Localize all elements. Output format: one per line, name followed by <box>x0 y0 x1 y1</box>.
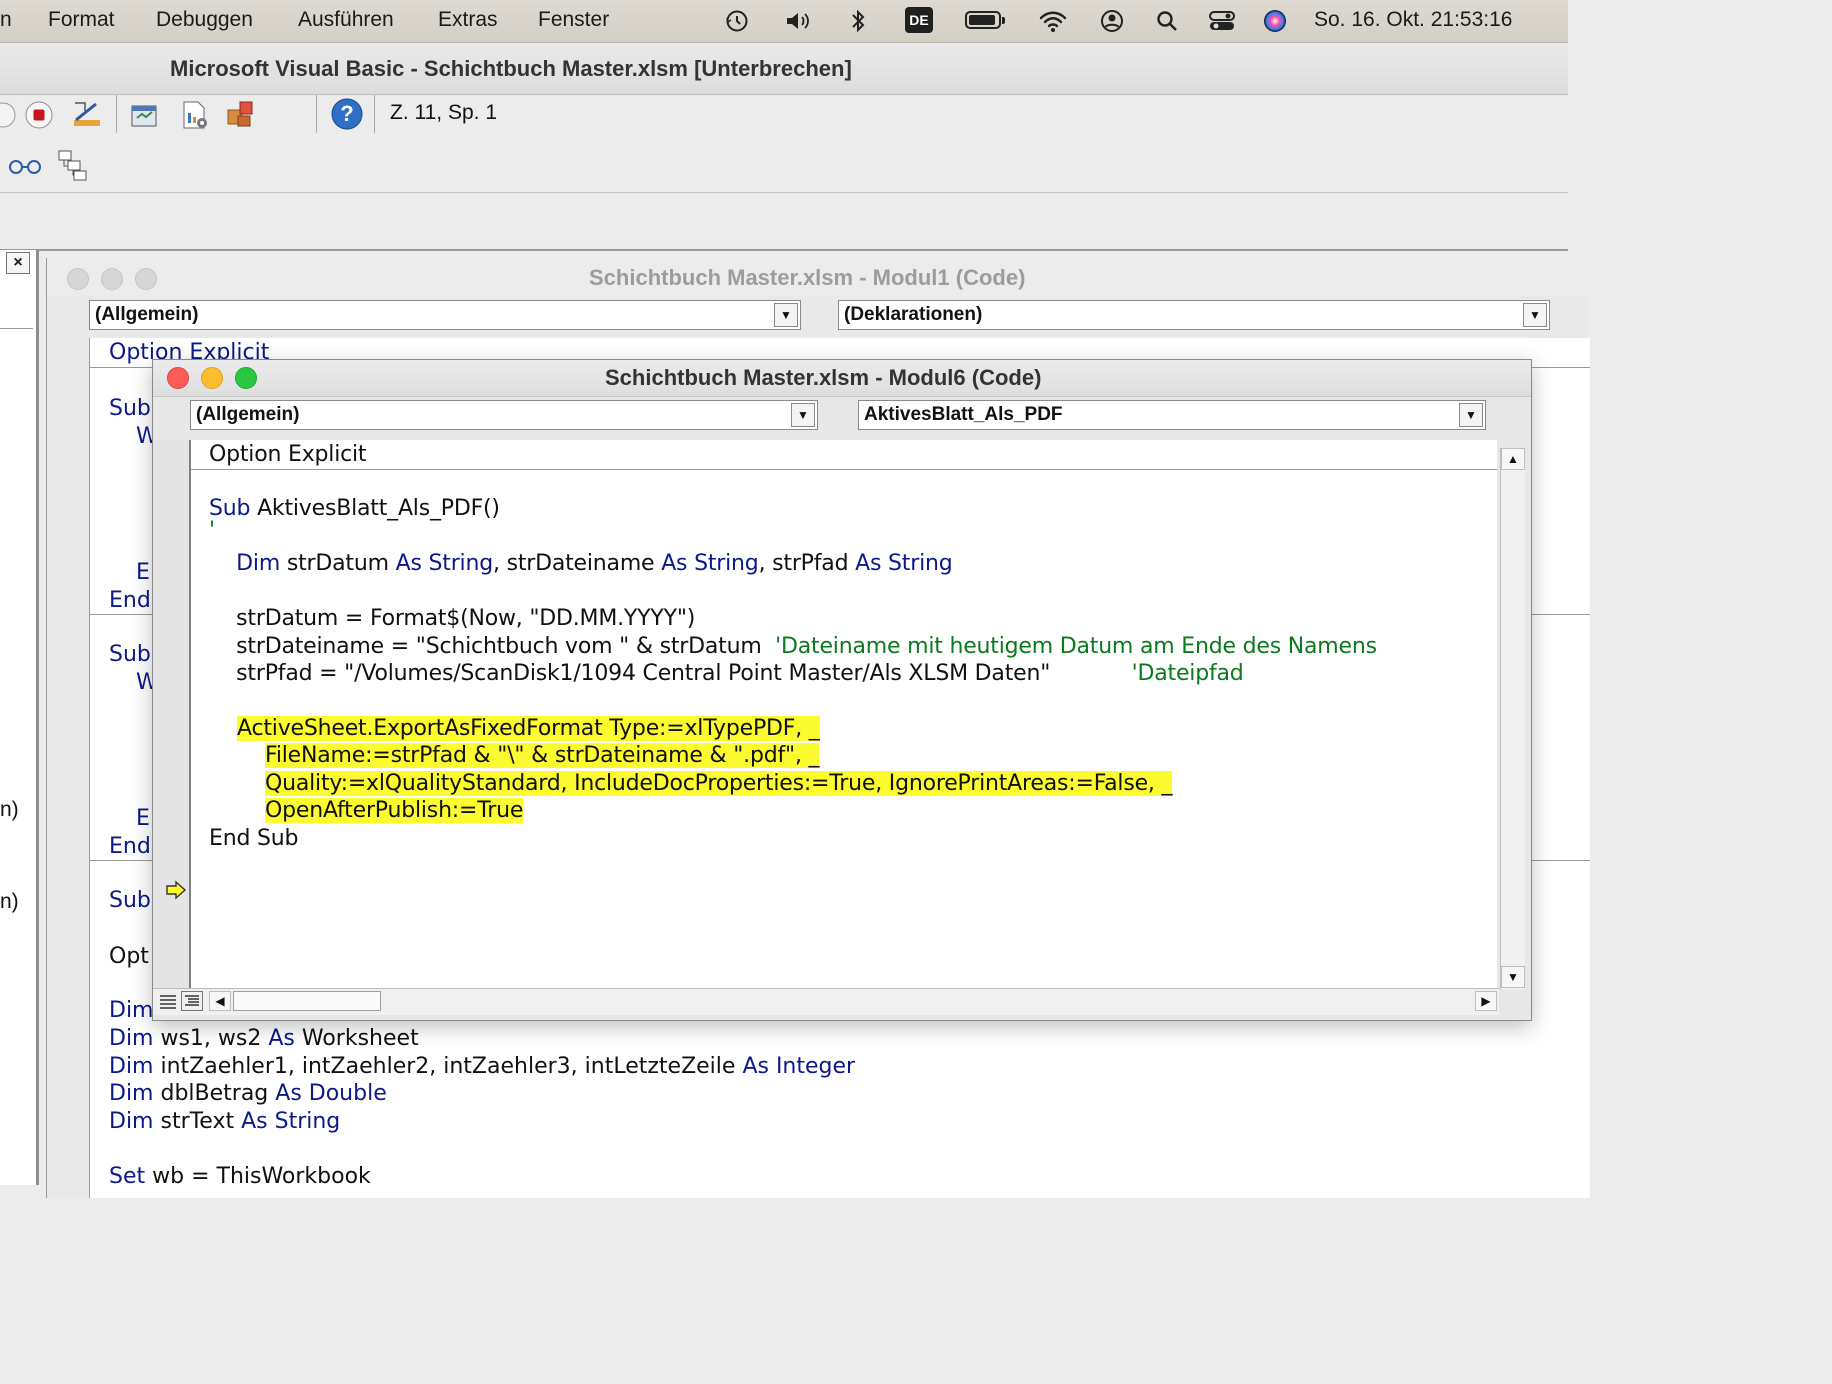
vb-window-title-bar: Microsoft Visual Basic - Schichtbuch Mas… <box>0 44 1568 95</box>
menu-bar-clock[interactable]: So. 16. Okt. 21:53:16 <box>1314 8 1512 32</box>
full-module-view-icon[interactable] <box>181 991 203 1011</box>
code-line: E <box>136 806 150 831</box>
window-zoom-button[interactable] <box>235 367 257 389</box>
toolbar-empty-row <box>0 193 1568 251</box>
menu-extras[interactable]: Extras <box>438 8 498 32</box>
modul6-object-combo[interactable]: (Allgemein) ▼ <box>190 400 818 430</box>
highlighted-code-line: Quality:=xlQualityStandard, IncludeDocPr… <box>265 771 1173 796</box>
modul6-title: Schichtbuch Master.xlsm - Modul6 (Code) <box>605 365 1042 390</box>
window-title: Microsoft Visual Basic - Schichtbuch Mas… <box>170 56 852 81</box>
reset-stop-button[interactable] <box>22 98 56 132</box>
modul1-object-combo-value: (Allgemein) <box>95 304 199 325</box>
code-line: strDatum = Format$(Now, "DD.MM.YYYY") <box>209 606 696 631</box>
code-line: End <box>109 588 151 613</box>
window-minimize-dot[interactable] <box>101 268 123 290</box>
horizontal-scrollbar[interactable]: ◀ ▶ <box>153 988 1499 1015</box>
code-line: Dim strText As String <box>109 1109 341 1134</box>
modul6-object-combo-value: (Allgemein) <box>196 404 300 425</box>
highlighted-code-line: OpenAfterPublish:=True <box>265 798 524 823</box>
run-partial-icon[interactable] <box>0 98 20 132</box>
menu-bar: n Format Debuggen Ausführen Extras Fenst… <box>0 0 1568 43</box>
code-line: End <box>109 834 151 859</box>
properties-window-icon[interactable] <box>178 98 212 132</box>
highlighted-code-line: ActiveSheet.ExportAsFixedFormat Type:=xl… <box>237 716 820 741</box>
modul1-procedure-combo[interactable]: (Deklarationen) ▼ <box>838 300 1550 330</box>
project-explorer-pane: × n) n) <box>0 250 39 1185</box>
procedure-view-icon[interactable] <box>157 991 179 1011</box>
modul6-title-bar[interactable]: Schichtbuch Master.xlsm - Modul6 (Code) <box>153 360 1531 397</box>
menu-fenster[interactable]: Fenster <box>538 8 609 32</box>
time-machine-icon[interactable] <box>722 8 752 34</box>
modul1-title: Schichtbuch Master.xlsm - Modul1 (Code) <box>589 265 1026 290</box>
window-zoom-dot[interactable] <box>135 268 157 290</box>
call-stack-icon[interactable] <box>56 148 90 182</box>
highlighted-code-line: FileName:=strPfad & "\" & strDateiname &… <box>265 743 820 768</box>
left-pane-fragment: n) <box>0 798 19 821</box>
modul6-procedure-combo-value: AktivesBlatt_Als_PDF <box>864 404 1063 425</box>
code-margin-indicator-bar[interactable] <box>153 440 191 990</box>
volume-icon[interactable] <box>784 8 814 34</box>
chevron-down-icon[interactable]: ▼ <box>1459 403 1483 427</box>
code-line: Opt <box>109 944 149 969</box>
svg-text:?: ? <box>340 101 353 126</box>
user-account-icon[interactable] <box>1097 8 1127 34</box>
quick-watch-glasses-icon[interactable] <box>8 149 42 183</box>
menu-debuggen[interactable]: Debuggen <box>156 8 253 32</box>
scroll-down-icon[interactable]: ▼ <box>1501 966 1525 988</box>
menu-item-partial[interactable]: n <box>0 8 12 32</box>
help-icon[interactable]: ? <box>330 97 364 131</box>
modul1-procedure-combo-value: (Deklarationen) <box>844 304 983 325</box>
code-line: End Sub <box>209 826 299 851</box>
close-icon[interactable]: × <box>6 252 30 274</box>
bluetooth-icon[interactable] <box>843 8 873 34</box>
code-line: Dim strDatum As String, strDateiname As … <box>209 551 953 576</box>
siri-icon[interactable] <box>1260 8 1290 34</box>
code-line: Dim <box>109 998 154 1023</box>
cursor-position-indicator: Z. 11, Sp. 1 <box>390 101 497 124</box>
modul1-title-bar[interactable]: Schichtbuch Master.xlsm - Modul1 (Code) <box>47 258 1587 296</box>
window-close-button[interactable] <box>167 367 189 389</box>
code-line: Dim intZaehler1, intZaehler2, intZaehler… <box>109 1054 856 1079</box>
input-source-badge[interactable]: DE <box>905 7 933 33</box>
code-line: Set wb = ThisWorkbook <box>109 1164 371 1189</box>
chevron-down-icon[interactable]: ▼ <box>1523 303 1547 327</box>
code-line: E <box>136 560 150 585</box>
code-line: Option Explicit <box>209 442 367 467</box>
code-line: Sub <box>109 396 151 421</box>
window-close-dot[interactable] <box>67 268 89 290</box>
wifi-icon[interactable] <box>1038 8 1068 34</box>
code-line: strPfad = "/Volumes/ScanDisk1/1094 Centr… <box>209 661 1244 686</box>
code-line: ' <box>209 518 215 543</box>
modul6-procedure-combo[interactable]: AktivesBlatt_Als_PDF ▼ <box>858 400 1486 430</box>
battery-icon[interactable] <box>965 11 1005 29</box>
scroll-up-icon[interactable]: ▲ <box>1501 448 1525 470</box>
modul1-object-combo[interactable]: (Allgemein) ▼ <box>89 300 801 330</box>
menu-format[interactable]: Format <box>48 8 115 32</box>
object-browser-icon[interactable] <box>224 97 258 131</box>
horizontal-scroll-thumb[interactable] <box>233 991 381 1011</box>
scroll-left-icon[interactable]: ◀ <box>209 991 231 1011</box>
design-mode-icon[interactable] <box>70 97 104 131</box>
left-pane-fragment: n) <box>0 890 19 913</box>
code-line: Sub <box>109 642 151 667</box>
code-line: strDateiname = "Schichtbuch vom " & strD… <box>209 634 1377 659</box>
modul6-code-editor[interactable]: Option Explicit Sub AktivesBlatt_Als_PDF… <box>191 440 1497 990</box>
chevron-down-icon[interactable]: ▼ <box>774 303 798 327</box>
control-center-icon[interactable] <box>1207 8 1237 34</box>
execution-point-arrow-icon <box>166 880 187 900</box>
debug-toolbar <box>0 140 1568 193</box>
vertical-scrollbar[interactable]: ▲ ▼ <box>1500 448 1525 990</box>
code-line: Dim ws1, ws2 As Worksheet <box>109 1026 419 1051</box>
code-line: Sub <box>109 888 151 913</box>
project-explorer-icon[interactable] <box>128 98 162 132</box>
modul6-code-window[interactable]: Schichtbuch Master.xlsm - Modul6 (Code) … <box>152 359 1532 1021</box>
code-line: Dim dblBetrag As Double <box>109 1081 387 1106</box>
window-minimize-button[interactable] <box>201 367 223 389</box>
spotlight-search-icon[interactable] <box>1152 8 1182 34</box>
standard-toolbar: ? Z. 11, Sp. 1 <box>0 95 1568 139</box>
scroll-right-icon[interactable]: ▶ <box>1475 991 1497 1011</box>
menu-ausfuehren[interactable]: Ausführen <box>298 8 394 32</box>
code-line: Sub AktivesBlatt_Als_PDF() <box>209 496 500 521</box>
chevron-down-icon[interactable]: ▼ <box>791 403 815 427</box>
